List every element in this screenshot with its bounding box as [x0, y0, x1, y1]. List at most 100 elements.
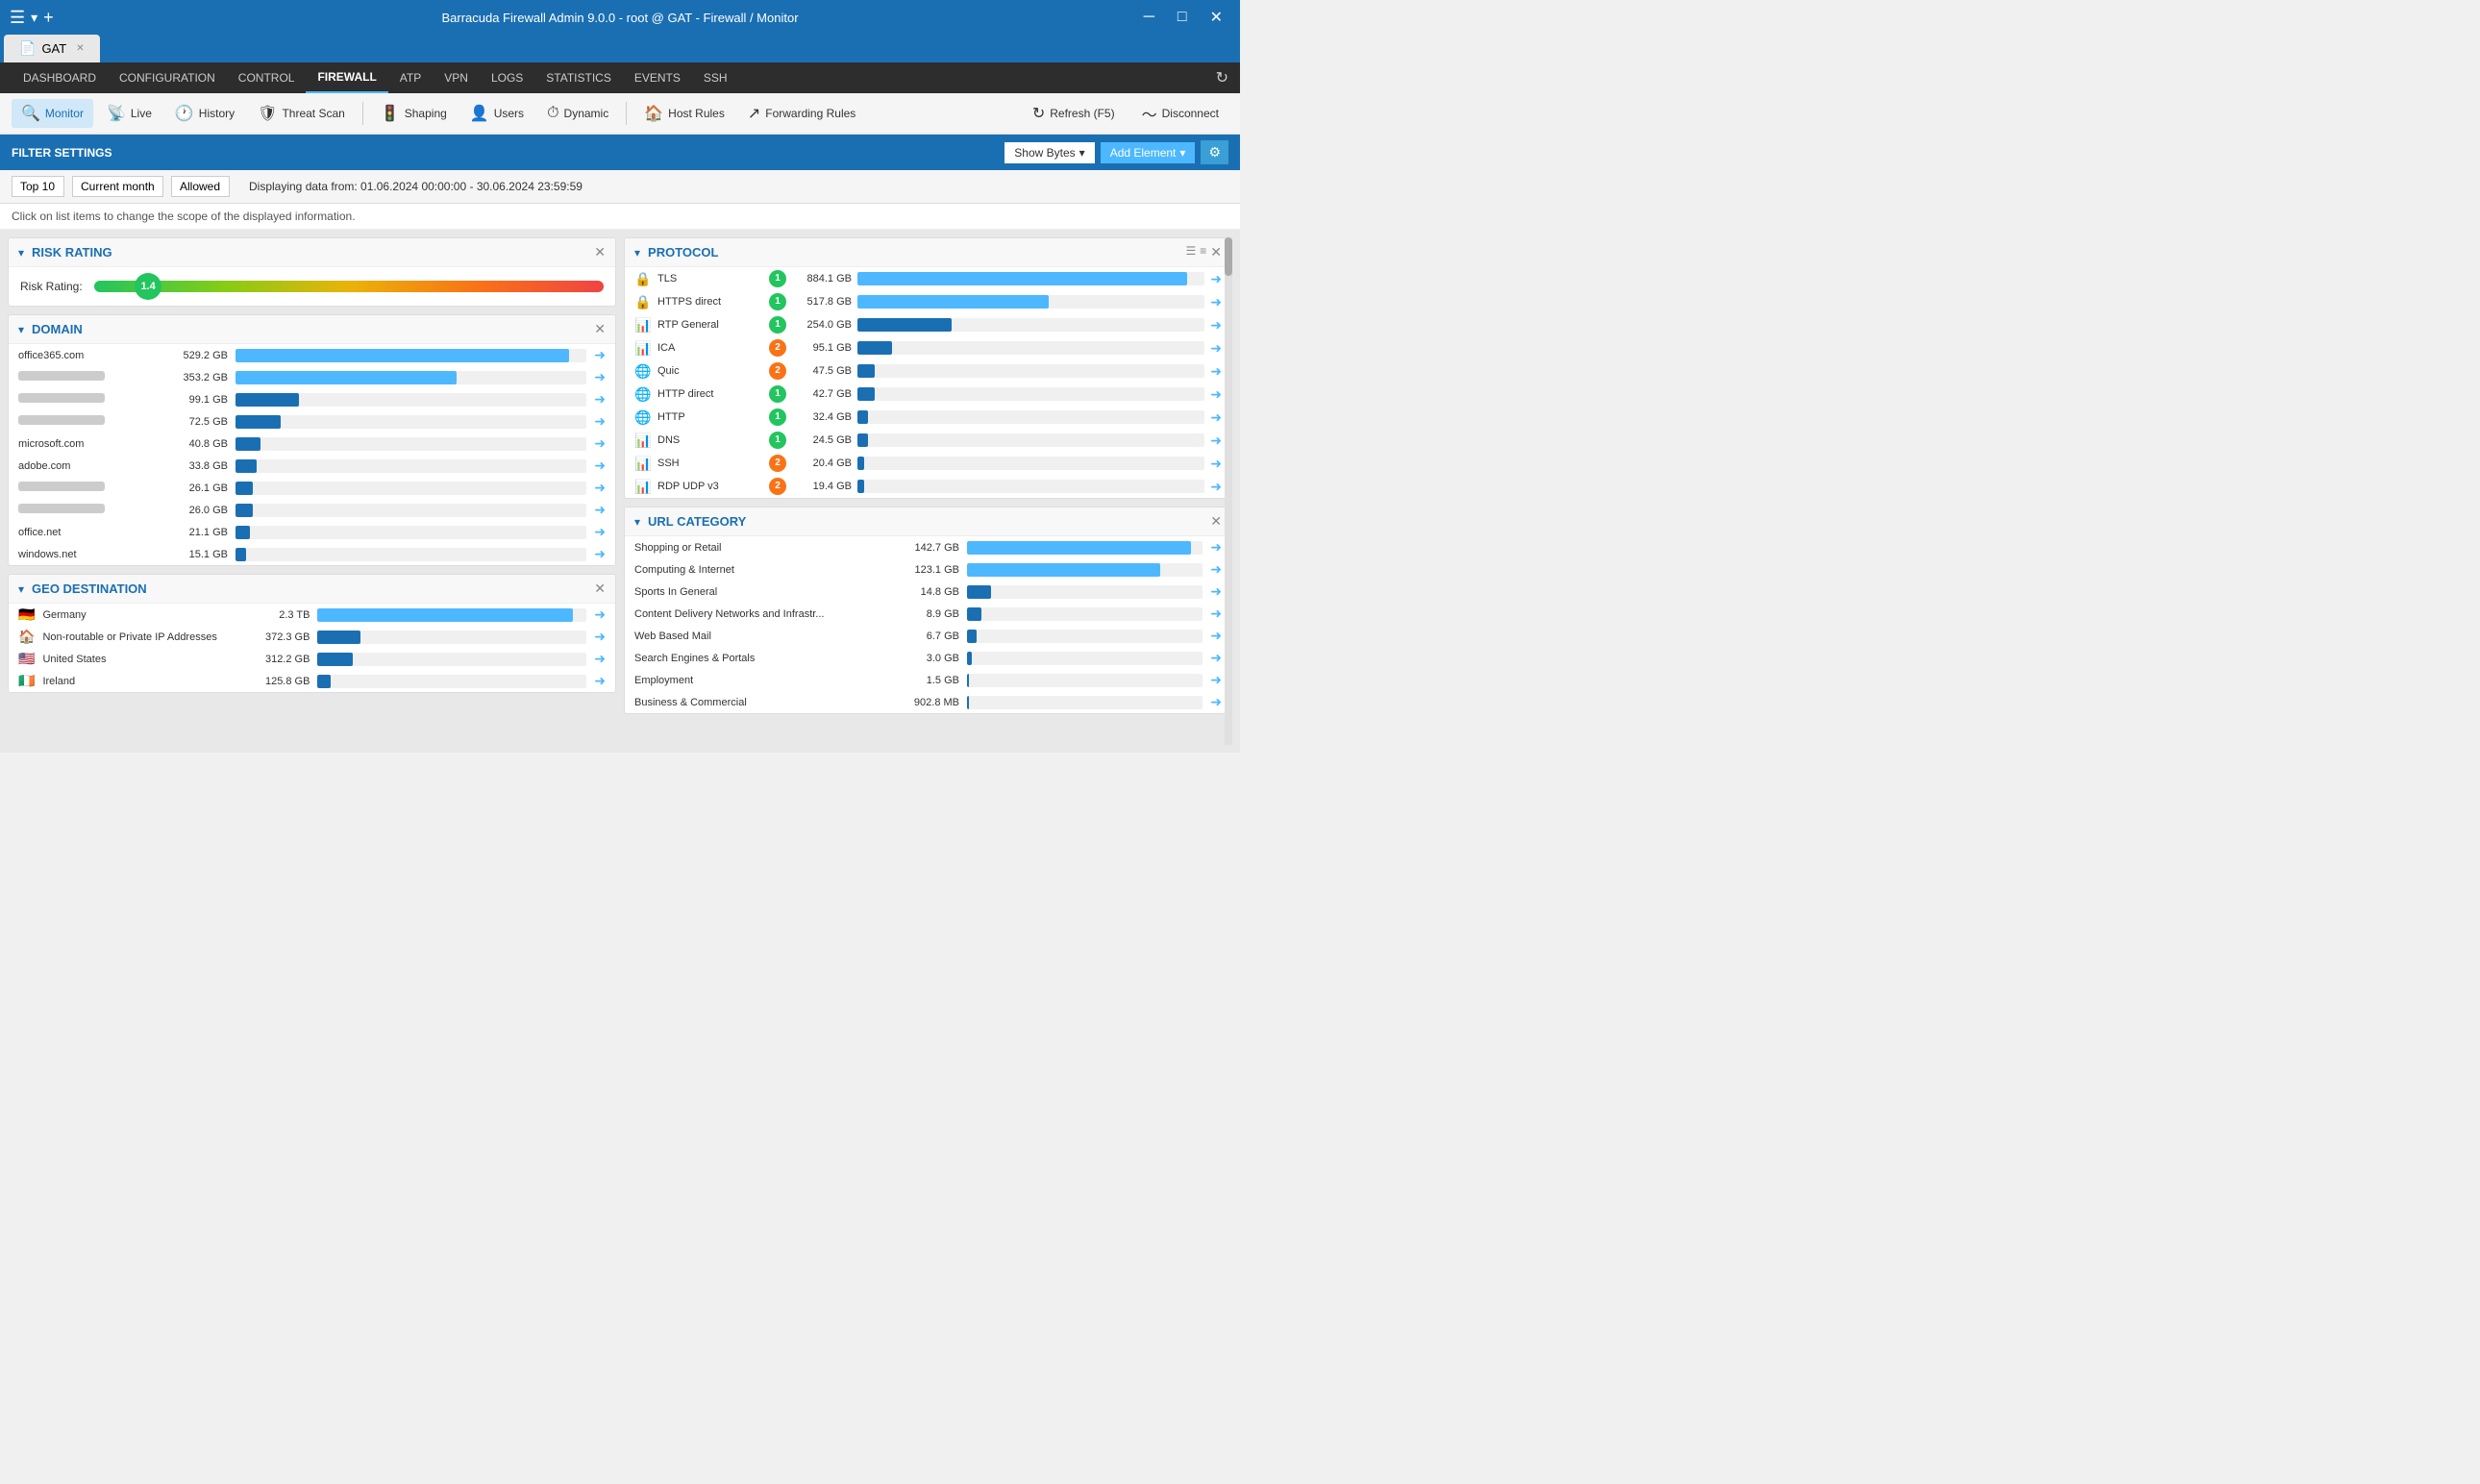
shaping-button[interactable]: 🚦 Shaping	[371, 99, 457, 128]
url-category-row[interactable]: Computing & Internet123.1 GB➜	[625, 558, 1231, 581]
filter-settings-button[interactable]: ⚙	[1201, 140, 1228, 164]
domain-row[interactable]: 72.5 GB➜	[9, 410, 615, 433]
nav-dashboard[interactable]: DASHBOARD	[12, 62, 108, 93]
protocol-row[interactable]: 🔒TLS1884.1 GB➜	[625, 267, 1231, 290]
monitor-button[interactable]: 🔍 Monitor	[12, 99, 93, 128]
protocol-row[interactable]: 📊RTP General1254.0 GB➜	[625, 313, 1231, 336]
protocol-navigate-icon[interactable]: ➜	[1210, 409, 1222, 426]
protocol-row[interactable]: 📊RDP UDP v3219.4 GB➜	[625, 475, 1231, 498]
url-category-navigate-icon[interactable]: ➜	[1210, 672, 1222, 688]
domain-row[interactable]: adobe.com33.8 GB➜	[9, 455, 615, 477]
url-category-row[interactable]: Web Based Mail6.7 GB➜	[625, 625, 1231, 647]
nav-events[interactable]: EVENTS	[623, 62, 692, 93]
protocol-row[interactable]: 📊DNS124.5 GB➜	[625, 429, 1231, 452]
risk-rating-chevron[interactable]: ▾	[18, 246, 24, 260]
url-category-navigate-icon[interactable]: ➜	[1210, 583, 1222, 600]
domain-row[interactable]: 26.0 GB➜	[9, 499, 615, 521]
domain-navigate-icon[interactable]: ➜	[594, 546, 606, 562]
protocol-row[interactable]: 🌐Quic247.5 GB➜	[625, 359, 1231, 383]
protocol-list-view-button[interactable]: ☰	[1185, 244, 1196, 260]
protocol-row[interactable]: 🔒HTTPS direct1517.8 GB➜	[625, 290, 1231, 313]
geo-row[interactable]: 🇮🇪Ireland125.8 GB➜	[9, 670, 615, 692]
domain-navigate-icon[interactable]: ➜	[594, 413, 606, 430]
top-select[interactable]: Top 10	[12, 176, 64, 197]
geo-navigate-icon[interactable]: ➜	[594, 673, 606, 689]
url-category-row[interactable]: Sports In General14.8 GB➜	[625, 581, 1231, 603]
geo-destination-close[interactable]: ✕	[594, 581, 606, 597]
add-element-button[interactable]: Add Element ▾	[1101, 142, 1196, 163]
scroll-thumb[interactable]	[1225, 237, 1232, 276]
domain-row[interactable]: 99.1 GB➜	[9, 388, 615, 410]
protocol-navigate-icon[interactable]: ➜	[1210, 363, 1222, 380]
domain-row[interactable]: microsoft.com40.8 GB➜	[9, 433, 615, 455]
protocol-navigate-icon[interactable]: ➜	[1210, 479, 1222, 495]
status-select[interactable]: Allowed	[171, 176, 230, 197]
domain-close[interactable]: ✕	[594, 321, 606, 337]
nav-logs[interactable]: LOGS	[480, 62, 534, 93]
geo-destination-chevron[interactable]: ▾	[18, 582, 24, 596]
protocol-detail-view-button[interactable]: ≡	[1200, 244, 1206, 260]
domain-row[interactable]: 26.1 GB➜	[9, 477, 615, 499]
minimize-button[interactable]: ─	[1136, 6, 1162, 29]
url-category-navigate-icon[interactable]: ➜	[1210, 650, 1222, 666]
protocol-navigate-icon[interactable]: ➜	[1210, 456, 1222, 472]
domain-row[interactable]: office365.com529.2 GB➜	[9, 344, 615, 366]
hamburger-menu[interactable]: ☰	[10, 8, 25, 28]
period-select[interactable]: Current month	[72, 176, 163, 197]
url-category-navigate-icon[interactable]: ➜	[1210, 694, 1222, 710]
show-bytes-button[interactable]: Show Bytes ▾	[1004, 142, 1094, 163]
protocol-navigate-icon[interactable]: ➜	[1210, 317, 1222, 334]
protocol-navigate-icon[interactable]: ➜	[1210, 340, 1222, 357]
geo-row[interactable]: 🇩🇪Germany2.3 TB➜	[9, 604, 615, 626]
domain-row[interactable]: windows.net15.1 GB➜	[9, 543, 615, 565]
history-button[interactable]: 🕐 History	[165, 99, 244, 128]
host-rules-button[interactable]: 🏠 Host Rules	[634, 99, 734, 128]
nav-configuration[interactable]: CONFIGURATION	[108, 62, 227, 93]
domain-navigate-icon[interactable]: ➜	[594, 524, 606, 540]
url-category-chevron[interactable]: ▾	[634, 515, 640, 529]
users-button[interactable]: 👤 Users	[460, 99, 533, 128]
risk-rating-close[interactable]: ✕	[594, 244, 606, 260]
domain-navigate-icon[interactable]: ➜	[594, 502, 606, 518]
domain-row[interactable]: 353.2 GB➜	[9, 366, 615, 388]
protocol-navigate-icon[interactable]: ➜	[1210, 386, 1222, 403]
protocol-close[interactable]: ✕	[1210, 244, 1222, 260]
protocol-row[interactable]: 📊ICA295.1 GB➜	[625, 336, 1231, 359]
protocol-row[interactable]: 📊SSH220.4 GB➜	[625, 452, 1231, 475]
nav-control[interactable]: CONTROL	[227, 62, 307, 93]
refresh-button[interactable]: ↻ Refresh (F5)	[1023, 99, 1125, 128]
scrollbar[interactable]	[1225, 237, 1232, 745]
url-category-row[interactable]: Search Engines & Portals3.0 GB➜	[625, 647, 1231, 669]
geo-navigate-icon[interactable]: ➜	[594, 629, 606, 645]
new-tab-button[interactable]: +	[43, 8, 54, 28]
domain-navigate-icon[interactable]: ➜	[594, 391, 606, 408]
disconnect-button[interactable]: 〜 Disconnect	[1132, 97, 1228, 130]
url-category-close[interactable]: ✕	[1210, 513, 1222, 530]
url-category-navigate-icon[interactable]: ➜	[1210, 628, 1222, 644]
url-category-row[interactable]: Business & Commercial902.8 MB➜	[625, 691, 1231, 713]
protocol-navigate-icon[interactable]: ➜	[1210, 433, 1222, 449]
protocol-row[interactable]: 🌐HTTP direct142.7 GB➜	[625, 383, 1231, 406]
refresh-nav-button[interactable]: ↻	[1216, 68, 1228, 87]
dynamic-button[interactable]: ⏱ Dynamic	[537, 100, 618, 127]
url-category-navigate-icon[interactable]: ➜	[1210, 561, 1222, 578]
nav-vpn[interactable]: VPN	[433, 62, 480, 93]
domain-navigate-icon[interactable]: ➜	[594, 347, 606, 363]
protocol-navigate-icon[interactable]: ➜	[1210, 294, 1222, 310]
domain-navigate-icon[interactable]: ➜	[594, 369, 606, 385]
domain-navigate-icon[interactable]: ➜	[594, 435, 606, 452]
forwarding-rules-button[interactable]: ↗ Forwarding Rules	[738, 99, 865, 128]
protocol-chevron[interactable]: ▾	[634, 246, 640, 260]
protocol-navigate-icon[interactable]: ➜	[1210, 271, 1222, 287]
tab-close-button[interactable]: ✕	[76, 43, 84, 54]
threat-scan-button[interactable]: 🛡 Threat Scan	[248, 99, 355, 128]
url-category-row[interactable]: Employment1.5 GB➜	[625, 669, 1231, 691]
url-category-navigate-icon[interactable]: ➜	[1210, 606, 1222, 622]
geo-row[interactable]: 🇺🇸United States312.2 GB➜	[9, 648, 615, 670]
nav-atp[interactable]: ATP	[388, 62, 433, 93]
url-category-row[interactable]: Shopping or Retail142.7 GB➜	[625, 536, 1231, 558]
protocol-row[interactable]: 🌐HTTP132.4 GB➜	[625, 406, 1231, 429]
url-category-row[interactable]: Content Delivery Networks and Infrastr..…	[625, 603, 1231, 625]
nav-ssh[interactable]: SSH	[692, 62, 739, 93]
geo-navigate-icon[interactable]: ➜	[594, 651, 606, 667]
